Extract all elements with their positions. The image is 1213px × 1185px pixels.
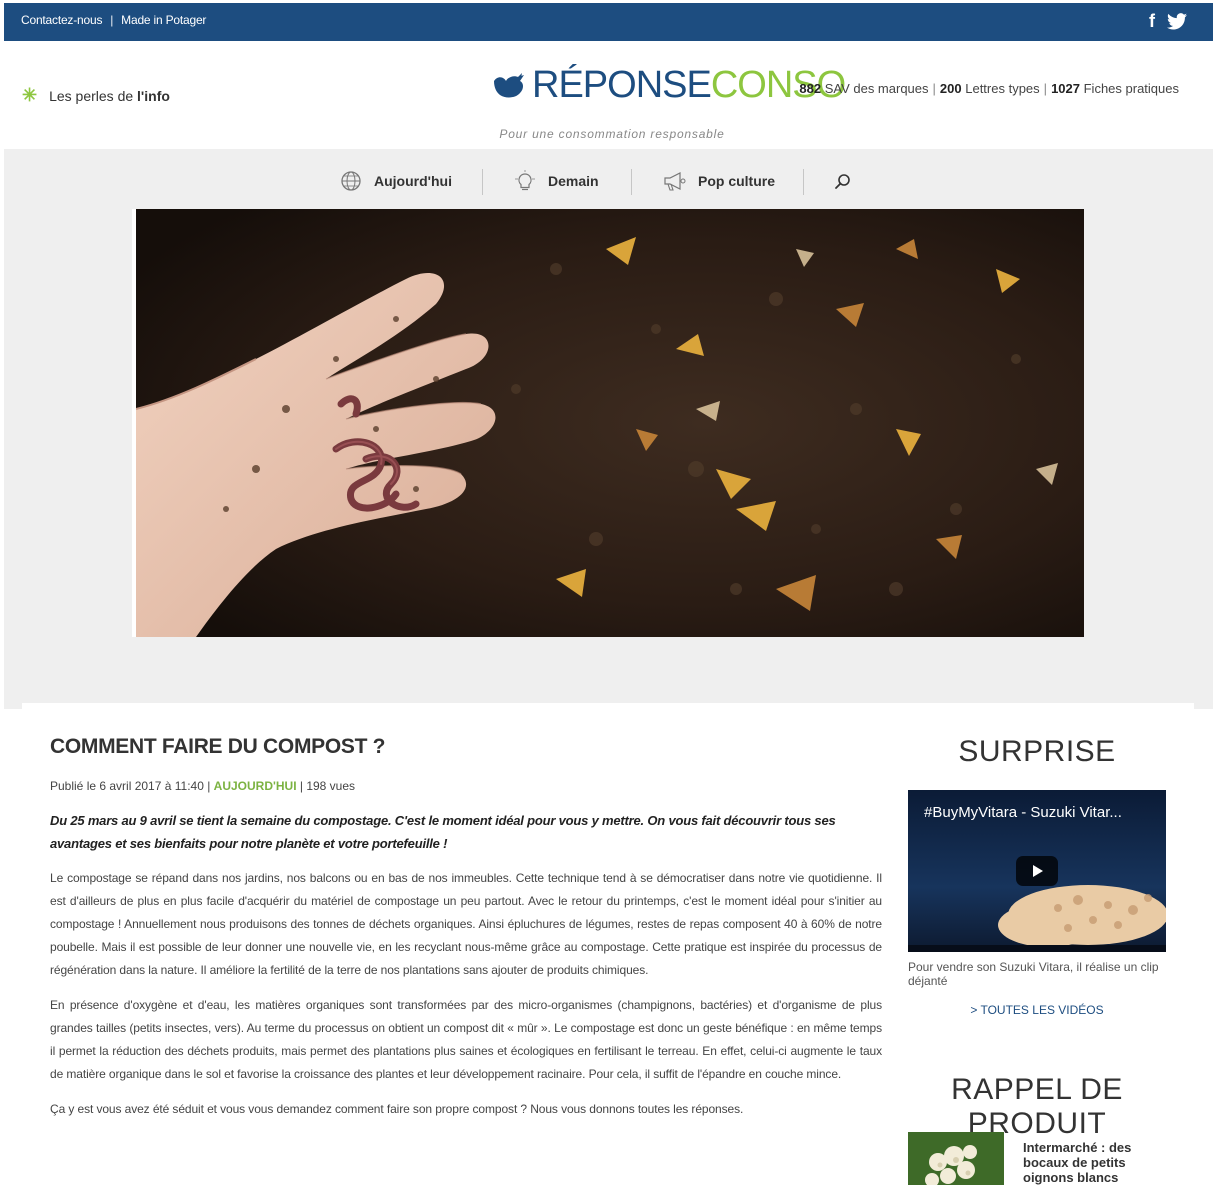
article-category-link[interactable]: AUJOURD'HUI (214, 779, 297, 793)
article-date: Publié le 6 avril 2017 à 11:40 | (50, 779, 214, 793)
video-title: #BuyMyVitara - Suzuki Vitar... (924, 804, 1122, 821)
article-paragraph: Ça y est vous avez été séduit et vous vo… (50, 1102, 744, 1116)
facebook-icon[interactable]: f (1149, 10, 1155, 32)
article-views: | 198 vues (296, 779, 356, 793)
stat-lettres-label: Lettres types (965, 81, 1040, 96)
hero-image-frame (132, 209, 1084, 637)
nav-aujourdhui-label: Aujourd'hui (374, 173, 452, 189)
top-bar: Contactez-nous | Made in Potager f (4, 3, 1213, 41)
video-player[interactable]: #BuyMyVitara - Suzuki Vitar... (908, 790, 1166, 952)
logo-part-reponse: RÉPONSE (532, 64, 712, 106)
logo-tagline: Pour une consommation responsable (499, 127, 725, 141)
stat-fiches-value: 1027 (1051, 81, 1080, 96)
stat-lettres[interactable]: 200 Lettres types (940, 81, 1040, 96)
top-links: Contactez-nous | Made in Potager (21, 13, 206, 27)
compost-worms-photo[interactable] (136, 209, 1084, 637)
stat-sav[interactable]: 882 SAV des marques (799, 81, 928, 96)
contact-link[interactable]: Contactez-nous (21, 13, 102, 27)
nav-aujourdhui[interactable]: Aujourd'hui (338, 167, 452, 195)
site-stats: 882 SAV des marques | 200 Lettres types | 10… (799, 81, 1179, 96)
stat-separator: | (932, 81, 936, 96)
all-videos-link[interactable]: > TOUTES LES VIDÉOS (908, 1003, 1166, 1017)
nav-pop-culture-label: Pop culture (698, 173, 776, 189)
stat-separator: | (1043, 81, 1048, 96)
lightbulb-icon (515, 170, 535, 191)
social-links: f (1149, 10, 1187, 32)
globe-icon (341, 171, 361, 191)
nav-pop-culture[interactable]: Pop culture (662, 167, 775, 195)
stat-sav-label: SAV des marques (824, 81, 929, 96)
stat-fiches-label: Fiches pratiques (1083, 81, 1179, 96)
perles-label: Les perles de l'info (49, 88, 170, 104)
stat-sav-value: 882 (799, 81, 822, 96)
nav-demain-label: Demain (548, 173, 599, 189)
top-separator: | (110, 13, 114, 27)
nav-divider (631, 169, 632, 195)
rappel-item-title[interactable]: Intermarché : des bocaux de petits oigno… (1023, 1140, 1163, 1185)
article-paragraph: En présence d'oxygène et d'eau, les mati… (50, 998, 882, 1081)
site-header: ✳ Les perles de l'info RÉPONSECONSO Pour… (4, 41, 1213, 149)
stat-fiches[interactable]: 1027 Fiches pratiques (1051, 81, 1179, 96)
hero-section: Aujourd'hui Demain Pop culture (4, 149, 1213, 709)
search-icon[interactable] (834, 173, 852, 191)
made-in-potager-link[interactable]: Made in Potager (121, 13, 206, 27)
article: COMMENT FAIRE DU COMPOST ? Publié le 6 a… (50, 735, 882, 1121)
article-meta: Publié le 6 avril 2017 à 11:40 | AUJOURD… (50, 779, 882, 793)
surprise-title: SURPRISE (958, 735, 1116, 768)
rappel-item[interactable]: Intermarché : des bocaux de petits oigno… (908, 1130, 1166, 1185)
play-icon[interactable] (1016, 856, 1058, 886)
onions-image (908, 1132, 1004, 1185)
megaphone-icon (664, 172, 686, 191)
nav-divider (482, 169, 483, 195)
perles-bold: l'info (137, 87, 170, 104)
perles-link[interactable]: ✳ Les perles de l'info (22, 85, 170, 106)
article-title: COMMENT FAIRE DU COMPOST ? (50, 735, 386, 758)
twitter-icon[interactable] (1167, 12, 1187, 30)
rappel-thumbnail (908, 1132, 1004, 1185)
site-logo[interactable]: RÉPONSECONSO Pour une consommation respo… (492, 61, 846, 141)
nav-demain[interactable]: Demain (512, 167, 599, 195)
article-paragraph: Le compostage se répand dans nos jardins… (50, 871, 882, 977)
logo-wordmark: RÉPONSECONSO (532, 63, 846, 107)
hero-image (136, 209, 1084, 637)
perles-prefix: Les perles de (49, 87, 138, 104)
asterisk-icon: ✳ (22, 85, 38, 105)
video-caption[interactable]: Pour vendre son Suzuki Vitara, il réalis… (908, 960, 1166, 988)
rooster-icon (494, 73, 524, 98)
nav-divider (803, 169, 804, 195)
article-lead: Du 25 mars au 9 avril se tient la semain… (50, 813, 836, 851)
stat-lettres-value: 200 (939, 81, 962, 96)
main-nav: Aujourd'hui Demain Pop culture (4, 167, 1213, 197)
article-card: COMMENT FAIRE DU COMPOST ? Publié le 6 a… (22, 703, 1194, 1185)
